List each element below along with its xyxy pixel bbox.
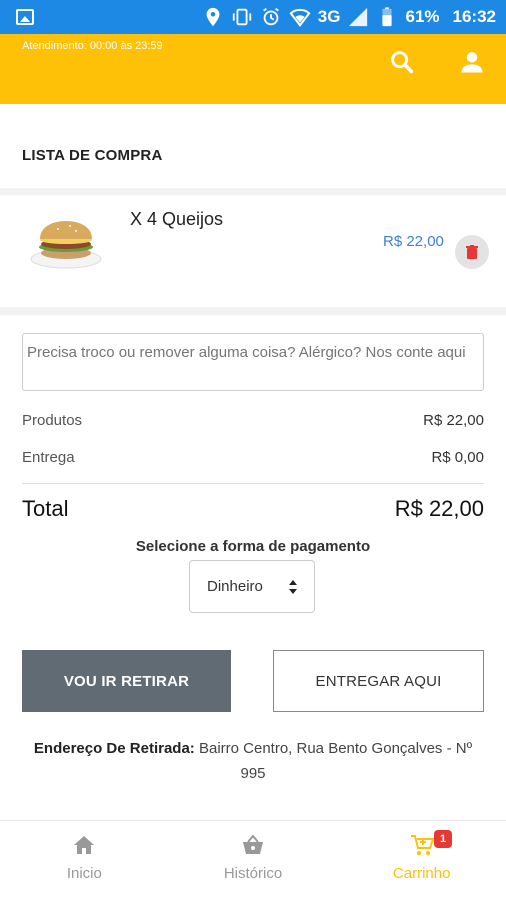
home-icon — [74, 836, 95, 854]
burger-image — [30, 221, 102, 269]
nav-item-history[interactable]: Histórico — [169, 821, 338, 900]
cart-icon — [410, 835, 435, 855]
nav-label-cart: Carrinho — [392, 865, 451, 882]
total-label: Total — [22, 496, 69, 521]
deliver-button[interactable]: ENTREGAR AQUI — [273, 650, 484, 712]
delivery-value: R$ 0,00 — [431, 449, 484, 466]
shopping-list-title: LISTA DE COMPRA — [22, 147, 163, 164]
battery-icon — [382, 7, 393, 27]
bottom-nav: Inicio Histórico Carrinho — [0, 820, 506, 900]
products-row: Produtos R$ 22,00 — [22, 412, 484, 429]
location-icon — [206, 7, 220, 27]
vibrate-icon — [232, 8, 251, 26]
order-summary: Produtos R$ 22,00 Entrega R$ 0,00 Total … — [0, 315, 506, 820]
item-name: X 4 Queijos — [130, 209, 224, 229]
divider — [22, 483, 484, 484]
pickup-button[interactable]: VOU IR RETIRAR — [22, 650, 231, 712]
alarm-icon — [262, 7, 279, 26]
address-label: Endereço De Retirada: — [33, 740, 195, 757]
nav-item-home[interactable]: Inicio — [0, 821, 169, 900]
order-note-field[interactable] — [22, 333, 484, 391]
network-type: 3G — [317, 7, 341, 26]
cart-item: X 4 Queijos R$ 22,00 — [0, 195, 506, 307]
payment-selected-value: Dinheiro — [207, 578, 263, 595]
image-icon — [16, 9, 34, 25]
opening-hours: Atendimento: 00:00 às 23:59 — [22, 40, 163, 52]
delivery-label: Entrega — [22, 449, 75, 466]
wifi-icon — [289, 8, 311, 27]
status-bar: 3G 61% 16:32 — [0, 0, 506, 34]
select-arrows-icon — [289, 580, 297, 594]
total-row: Total R$ 22,00 — [22, 496, 484, 522]
clock: 16:32 — [452, 7, 496, 26]
cart-count-badge: 1 — [434, 830, 452, 848]
status-icons: 3G 61% 16:32 — [202, 0, 496, 34]
nav-item-cart[interactable]: Carrinho — [337, 821, 506, 900]
remove-item-button[interactable] — [455, 235, 489, 269]
shopping-list-header: LISTA DE COMPRA — [0, 104, 506, 188]
payment-method-select[interactable]: Dinheiro — [189, 560, 315, 613]
signal-icon — [349, 7, 368, 27]
app-header: Atendimento: 00:00 às 23:59 — [0, 34, 506, 104]
address-value: Bairro Centro, Rua Bento Gonçalves - Nº … — [198, 740, 473, 782]
item-price: R$ 22,00 — [383, 233, 444, 250]
nav-label-home: Inicio — [66, 865, 102, 882]
search-icon[interactable] — [388, 48, 416, 76]
payment-label: Selecione a forma de pagamento — [135, 538, 371, 555]
nav-label-history: Histórico — [223, 865, 283, 882]
basket-icon — [243, 834, 263, 854]
products-value: R$ 22,00 — [423, 412, 484, 429]
account-icon[interactable] — [458, 48, 486, 76]
delivery-row: Entrega R$ 0,00 — [22, 449, 484, 466]
pickup-address: Endereço De Retirada: Bairro Centro, Rua… — [22, 736, 484, 786]
total-value: R$ 22,00 — [394, 496, 484, 521]
battery-level: 61% — [405, 7, 440, 26]
products-label: Produtos — [22, 412, 83, 429]
trash-icon — [466, 245, 478, 259]
